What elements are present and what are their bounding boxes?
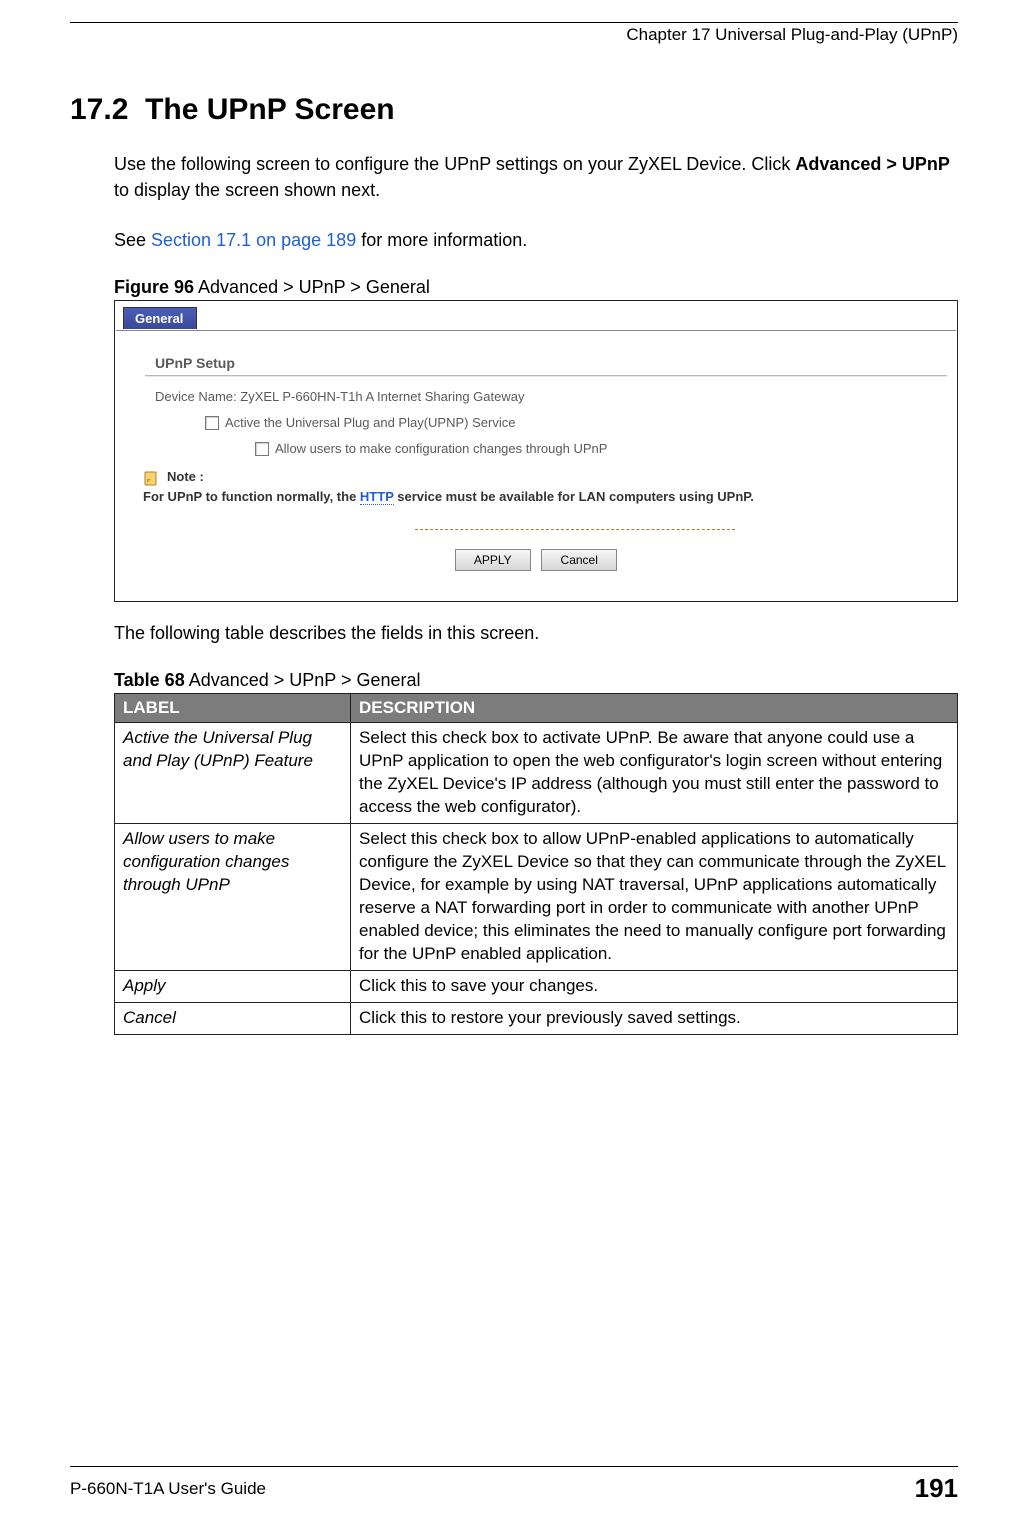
checkbox-allow-config-row: Allow users to make configuration change… [255,441,607,456]
section-number: 17.2 [70,93,128,126]
cell-desc: Click this to save your changes. [351,970,958,1002]
footer-page-number: 191 [915,1473,958,1504]
upnp-setup-label: UPnP Setup [155,355,235,371]
divider [415,529,735,530]
checkbox-allow-config[interactable] [255,442,269,456]
field-description-table: LABEL DESCRIPTION Active the Universal P… [114,693,958,1034]
table-row: Allow users to make configuration change… [115,824,958,971]
cell-label: Cancel [115,1002,351,1034]
button-bar: APPLY Cancel [115,549,957,571]
nav-path: Advanced > UPnP [795,154,950,174]
intro-paragraph: Use the following screen to configure th… [114,151,958,203]
cell-label: Apply [115,970,351,1002]
table-row: Cancel Click this to restore your previo… [115,1002,958,1034]
checkbox-allow-config-label: Allow users to make configuration change… [275,441,607,456]
note-icon [143,469,161,487]
reference-paragraph: See Section 17.1 on page 189 for more in… [114,227,958,253]
crossref-link[interactable]: Section 17.1 on page 189 [151,230,356,250]
figure-caption: Figure 96 Advanced > UPnP > General [114,277,958,298]
tab-general[interactable]: General [123,307,197,329]
checkbox-active-upnp-label: Active the Universal Plug and Play(UPNP)… [225,415,515,430]
cell-desc: Select this check box to allow UPnP-enab… [351,824,958,971]
cell-desc: Click this to restore your previously sa… [351,1002,958,1034]
table-intro: The following table describes the fields… [114,620,958,646]
table-caption: Table 68 Advanced > UPnP > General [114,670,958,691]
http-link[interactable]: HTTP [360,489,394,505]
col-description: DESCRIPTION [351,694,958,723]
device-name-line: Device Name: ZyXEL P-660HN-T1h A Interne… [155,389,524,404]
table-header-row: LABEL DESCRIPTION [115,694,958,723]
cancel-button[interactable]: Cancel [541,549,617,571]
note-label: Note : [167,469,204,484]
cell-label: Active the Universal Plug and Play (UPnP… [115,723,351,824]
chapter-header: Chapter 17 Universal Plug-and-Play (UPnP… [70,25,958,45]
section-heading: 17.2 The UPnP Screen [70,93,958,127]
table-row: Active the Universal Plug and Play (UPnP… [115,723,958,824]
col-label: LABEL [115,694,351,723]
apply-button[interactable]: APPLY [455,549,531,571]
table-row: Apply Click this to save your changes. [115,970,958,1002]
section-title: The UPnP Screen [145,93,395,126]
footer-guide-name: P-660N-T1A User's Guide [70,1479,266,1499]
checkbox-active-upnp[interactable] [205,416,219,430]
tab-strip [116,328,956,331]
cell-label: Allow users to make configuration change… [115,824,351,971]
note-text: For UPnP to function normally, the HTTP … [143,489,754,504]
checkbox-active-upnp-row: Active the Universal Plug and Play(UPNP)… [205,415,515,430]
cell-desc: Select this check box to activate UPnP. … [351,723,958,824]
page-footer: P-660N-T1A User's Guide 191 [70,1466,958,1504]
figure-screenshot: General UPnP Setup Device Name: ZyXEL P-… [114,300,958,602]
